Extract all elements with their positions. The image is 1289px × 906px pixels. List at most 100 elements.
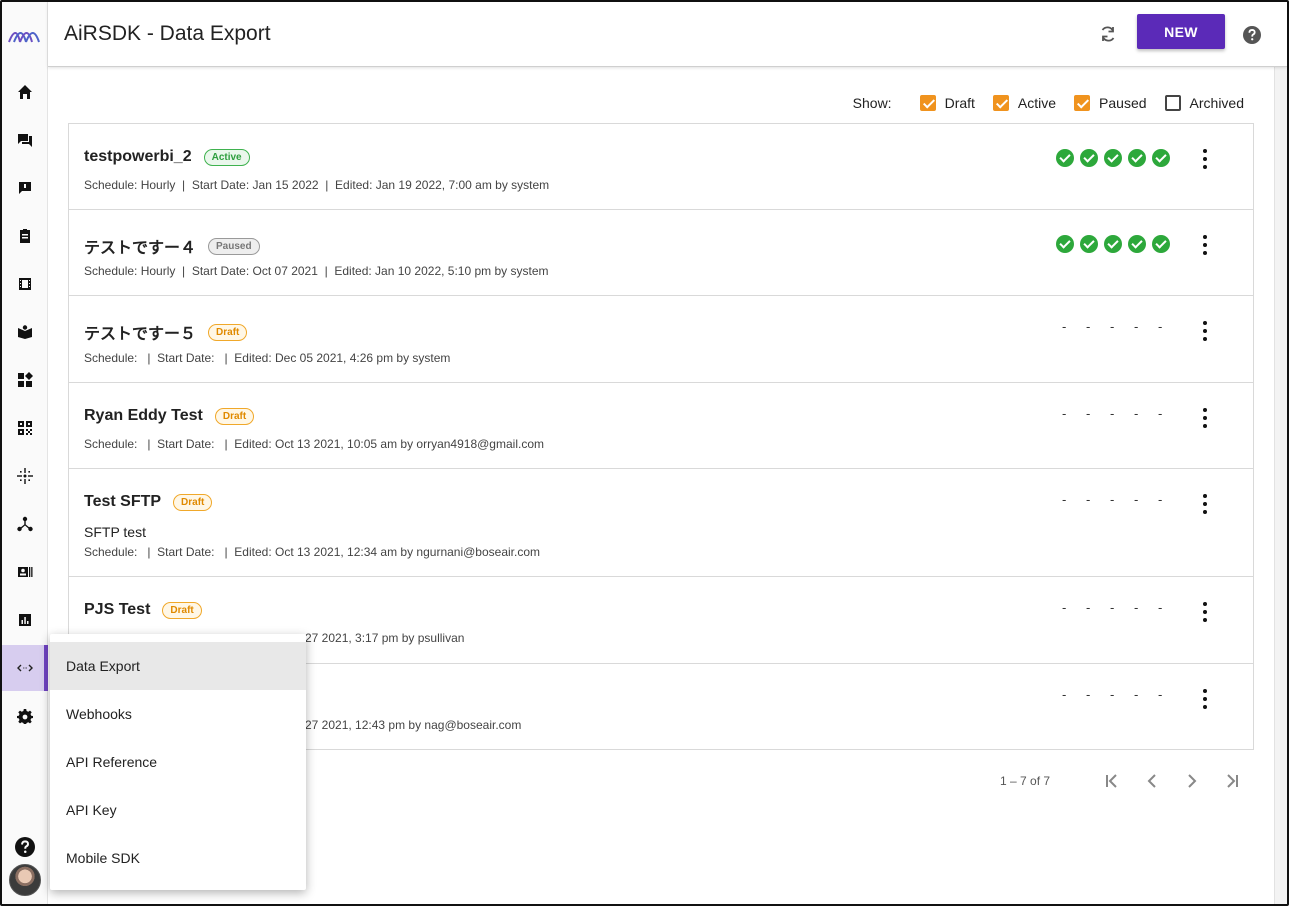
- export-meta: 27 2021, 3:17 pm by psullivan: [305, 631, 465, 645]
- more-vert-icon[interactable]: [1199, 408, 1211, 428]
- help-icon: [15, 837, 35, 857]
- sidebar-item-contacts[interactable]: [2, 549, 48, 595]
- sidebar-item-media[interactable]: [2, 261, 48, 307]
- success-check-icon: [1056, 235, 1074, 253]
- page-title: AiRSDK - Data Export: [64, 22, 271, 45]
- archived-checkbox[interactable]: [1164, 95, 1181, 111]
- menu-item-api-key[interactable]: API Key: [50, 786, 306, 834]
- export-title: Test SFTP: [84, 493, 162, 510]
- avatar[interactable]: [9, 864, 41, 896]
- new-export-button[interactable]: NEW: [1137, 14, 1225, 49]
- sidebar-item-messages[interactable]: [2, 117, 48, 163]
- prev-page-button[interactable]: [1132, 769, 1172, 793]
- more-vert-icon[interactable]: [1199, 149, 1211, 169]
- success-check-icon: [1152, 149, 1170, 167]
- export-title: testpowerbi_2: [84, 148, 192, 165]
- list-item[interactable]: テストですー５ Draft Schedule: | Start Date: | …: [69, 296, 1253, 383]
- sidebar-item-sparkle[interactable]: [2, 453, 48, 499]
- run-history-empty: -----: [1062, 600, 1163, 615]
- success-check-icon: [1152, 235, 1170, 253]
- success-check-icon: [1128, 149, 1146, 167]
- export-meta: 27 2021, 12:43 pm by nag@boseair.com: [305, 718, 522, 732]
- export-meta: Schedule: Hourly | Start Date: Oct 07 20…: [84, 264, 549, 278]
- menu-item-api-reference[interactable]: API Reference: [50, 738, 306, 786]
- success-check-icon: [1056, 149, 1074, 167]
- feedback-icon: [19, 182, 31, 194]
- sidebar-item-tasks[interactable]: [2, 213, 48, 259]
- active-checkbox[interactable]: [992, 95, 1009, 111]
- sparkle-icon: [17, 468, 33, 484]
- menu-item-webhooks[interactable]: Webhooks: [50, 690, 306, 738]
- first-page-icon: [1106, 774, 1117, 788]
- filter-label: Archived: [1189, 95, 1244, 111]
- next-page-button[interactable]: [1172, 769, 1212, 793]
- status-badge: Draft: [162, 601, 202, 619]
- more-vert-icon[interactable]: [1199, 602, 1211, 622]
- more-vert-icon[interactable]: [1199, 235, 1211, 255]
- menu-item-data-export[interactable]: Data Export: [50, 642, 306, 690]
- home-icon: [18, 85, 32, 99]
- contact-card-icon: [18, 567, 33, 577]
- filter-label: Paused: [1099, 95, 1147, 111]
- sidebar-item-analytics[interactable]: [2, 597, 48, 643]
- qr-code-icon: [18, 421, 32, 435]
- filter-active[interactable]: Active: [992, 95, 1057, 111]
- help-icon[interactable]: [1243, 26, 1261, 44]
- list-item[interactable]: Test SFTP Draft SFTP test Schedule: | St…: [69, 469, 1253, 577]
- film-icon: [19, 278, 31, 290]
- analytics-icon: [19, 614, 31, 626]
- export-meta: Schedule: | Start Date: | Edited: Dec 05…: [84, 351, 451, 365]
- filter-paused[interactable]: Paused: [1074, 95, 1147, 111]
- export-title: PJS Test: [84, 601, 151, 618]
- filter-draft[interactable]: Draft: [919, 95, 975, 111]
- sidebar: [2, 2, 48, 904]
- status-badge: Active: [203, 148, 250, 166]
- sidebar-item-feedback[interactable]: [2, 165, 48, 211]
- sidebar-item-qr[interactable]: [2, 405, 48, 451]
- list-item[interactable]: テストですー４ Paused Schedule: Hourly | Start …: [69, 210, 1253, 296]
- status-badge: Paused: [208, 237, 260, 255]
- status-filters: Show: Draft Active Paused Archived: [853, 95, 1244, 111]
- export-meta: Schedule: | Start Date: | Edited: Oct 13…: [84, 545, 541, 559]
- more-vert-icon[interactable]: [1199, 321, 1211, 341]
- filter-archived[interactable]: Archived: [1164, 95, 1244, 111]
- list-item[interactable]: testpowerbi_2 Active Schedule: Hourly | …: [69, 124, 1253, 210]
- paused-checkbox[interactable]: [1074, 95, 1091, 111]
- top-bar: AiRSDK - Data Export NEW: [48, 2, 1287, 67]
- export-title: テストですー５: [84, 326, 197, 343]
- sidebar-item-home[interactable]: [2, 69, 48, 115]
- more-vert-icon[interactable]: [1199, 689, 1211, 709]
- run-history: [1056, 235, 1176, 253]
- last-page-button[interactable]: [1212, 769, 1252, 793]
- list-item[interactable]: Ryan Eddy Test Draft Schedule: | Start D…: [69, 383, 1253, 469]
- status-badge: Draft: [208, 323, 248, 341]
- success-check-icon: [1104, 235, 1122, 253]
- export-description: SFTP test: [84, 524, 146, 540]
- scrollbar-track[interactable]: [1274, 67, 1287, 904]
- status-badge: Draft: [214, 407, 255, 425]
- status-badge: Draft: [173, 493, 213, 511]
- refresh-icon[interactable]: [1098, 24, 1118, 44]
- paginator: 1 – 7 of 7: [1000, 769, 1252, 793]
- draft-checkbox[interactable]: [919, 95, 936, 111]
- airsdk-logo: [8, 32, 40, 43]
- sidebar-item-hub[interactable]: [2, 501, 48, 547]
- sidebar-item-settings[interactable]: [2, 693, 48, 739]
- sidebar-item-library[interactable]: [2, 309, 48, 355]
- show-label: Show:: [852, 95, 892, 111]
- export-meta: Schedule: Hourly | Start Date: Jan 15 20…: [84, 178, 550, 192]
- success-check-icon: [1104, 149, 1122, 167]
- sidebar-item-widgets[interactable]: [2, 357, 48, 403]
- gear-icon: [17, 709, 33, 724]
- more-vert-icon[interactable]: [1199, 494, 1211, 514]
- first-page-button[interactable]: [1092, 769, 1132, 793]
- sidebar-item-developer[interactable]: [2, 645, 48, 691]
- run-history-empty: -----: [1062, 492, 1163, 507]
- last-page-icon: [1227, 774, 1239, 788]
- run-history-empty: -----: [1062, 406, 1163, 421]
- run-history: [1056, 149, 1176, 167]
- code-arrows-icon: [17, 664, 33, 672]
- menu-item-mobile-sdk[interactable]: Mobile SDK: [50, 834, 306, 882]
- chevron-right-icon: [1188, 774, 1197, 788]
- filter-label: Active: [1017, 95, 1057, 111]
